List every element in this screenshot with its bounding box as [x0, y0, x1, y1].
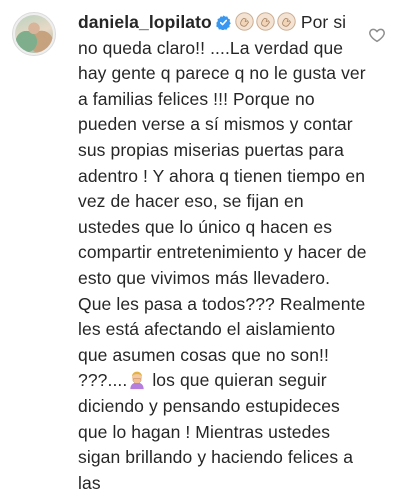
- heart-outline-icon[interactable]: [368, 26, 386, 44]
- comment-text: Por si no queda claro!! ....La verdad qu…: [78, 12, 367, 391]
- avatar[interactable]: [12, 12, 56, 56]
- clapping-hands-icon: [235, 12, 254, 31]
- comment-item: daniela_lopilato Por si no queda claro!!…: [0, 0, 415, 493]
- avatar-image: [15, 15, 53, 53]
- verified-badge-icon: [216, 15, 231, 30]
- username-link[interactable]: daniela_lopilato: [78, 12, 212, 32]
- clapping-hands-icon: [277, 12, 296, 31]
- comment-body: daniela_lopilato Por si no queda claro!!…: [78, 10, 368, 496]
- person-facepalming-icon: [130, 371, 145, 390]
- clapping-hands-icon: [256, 12, 275, 31]
